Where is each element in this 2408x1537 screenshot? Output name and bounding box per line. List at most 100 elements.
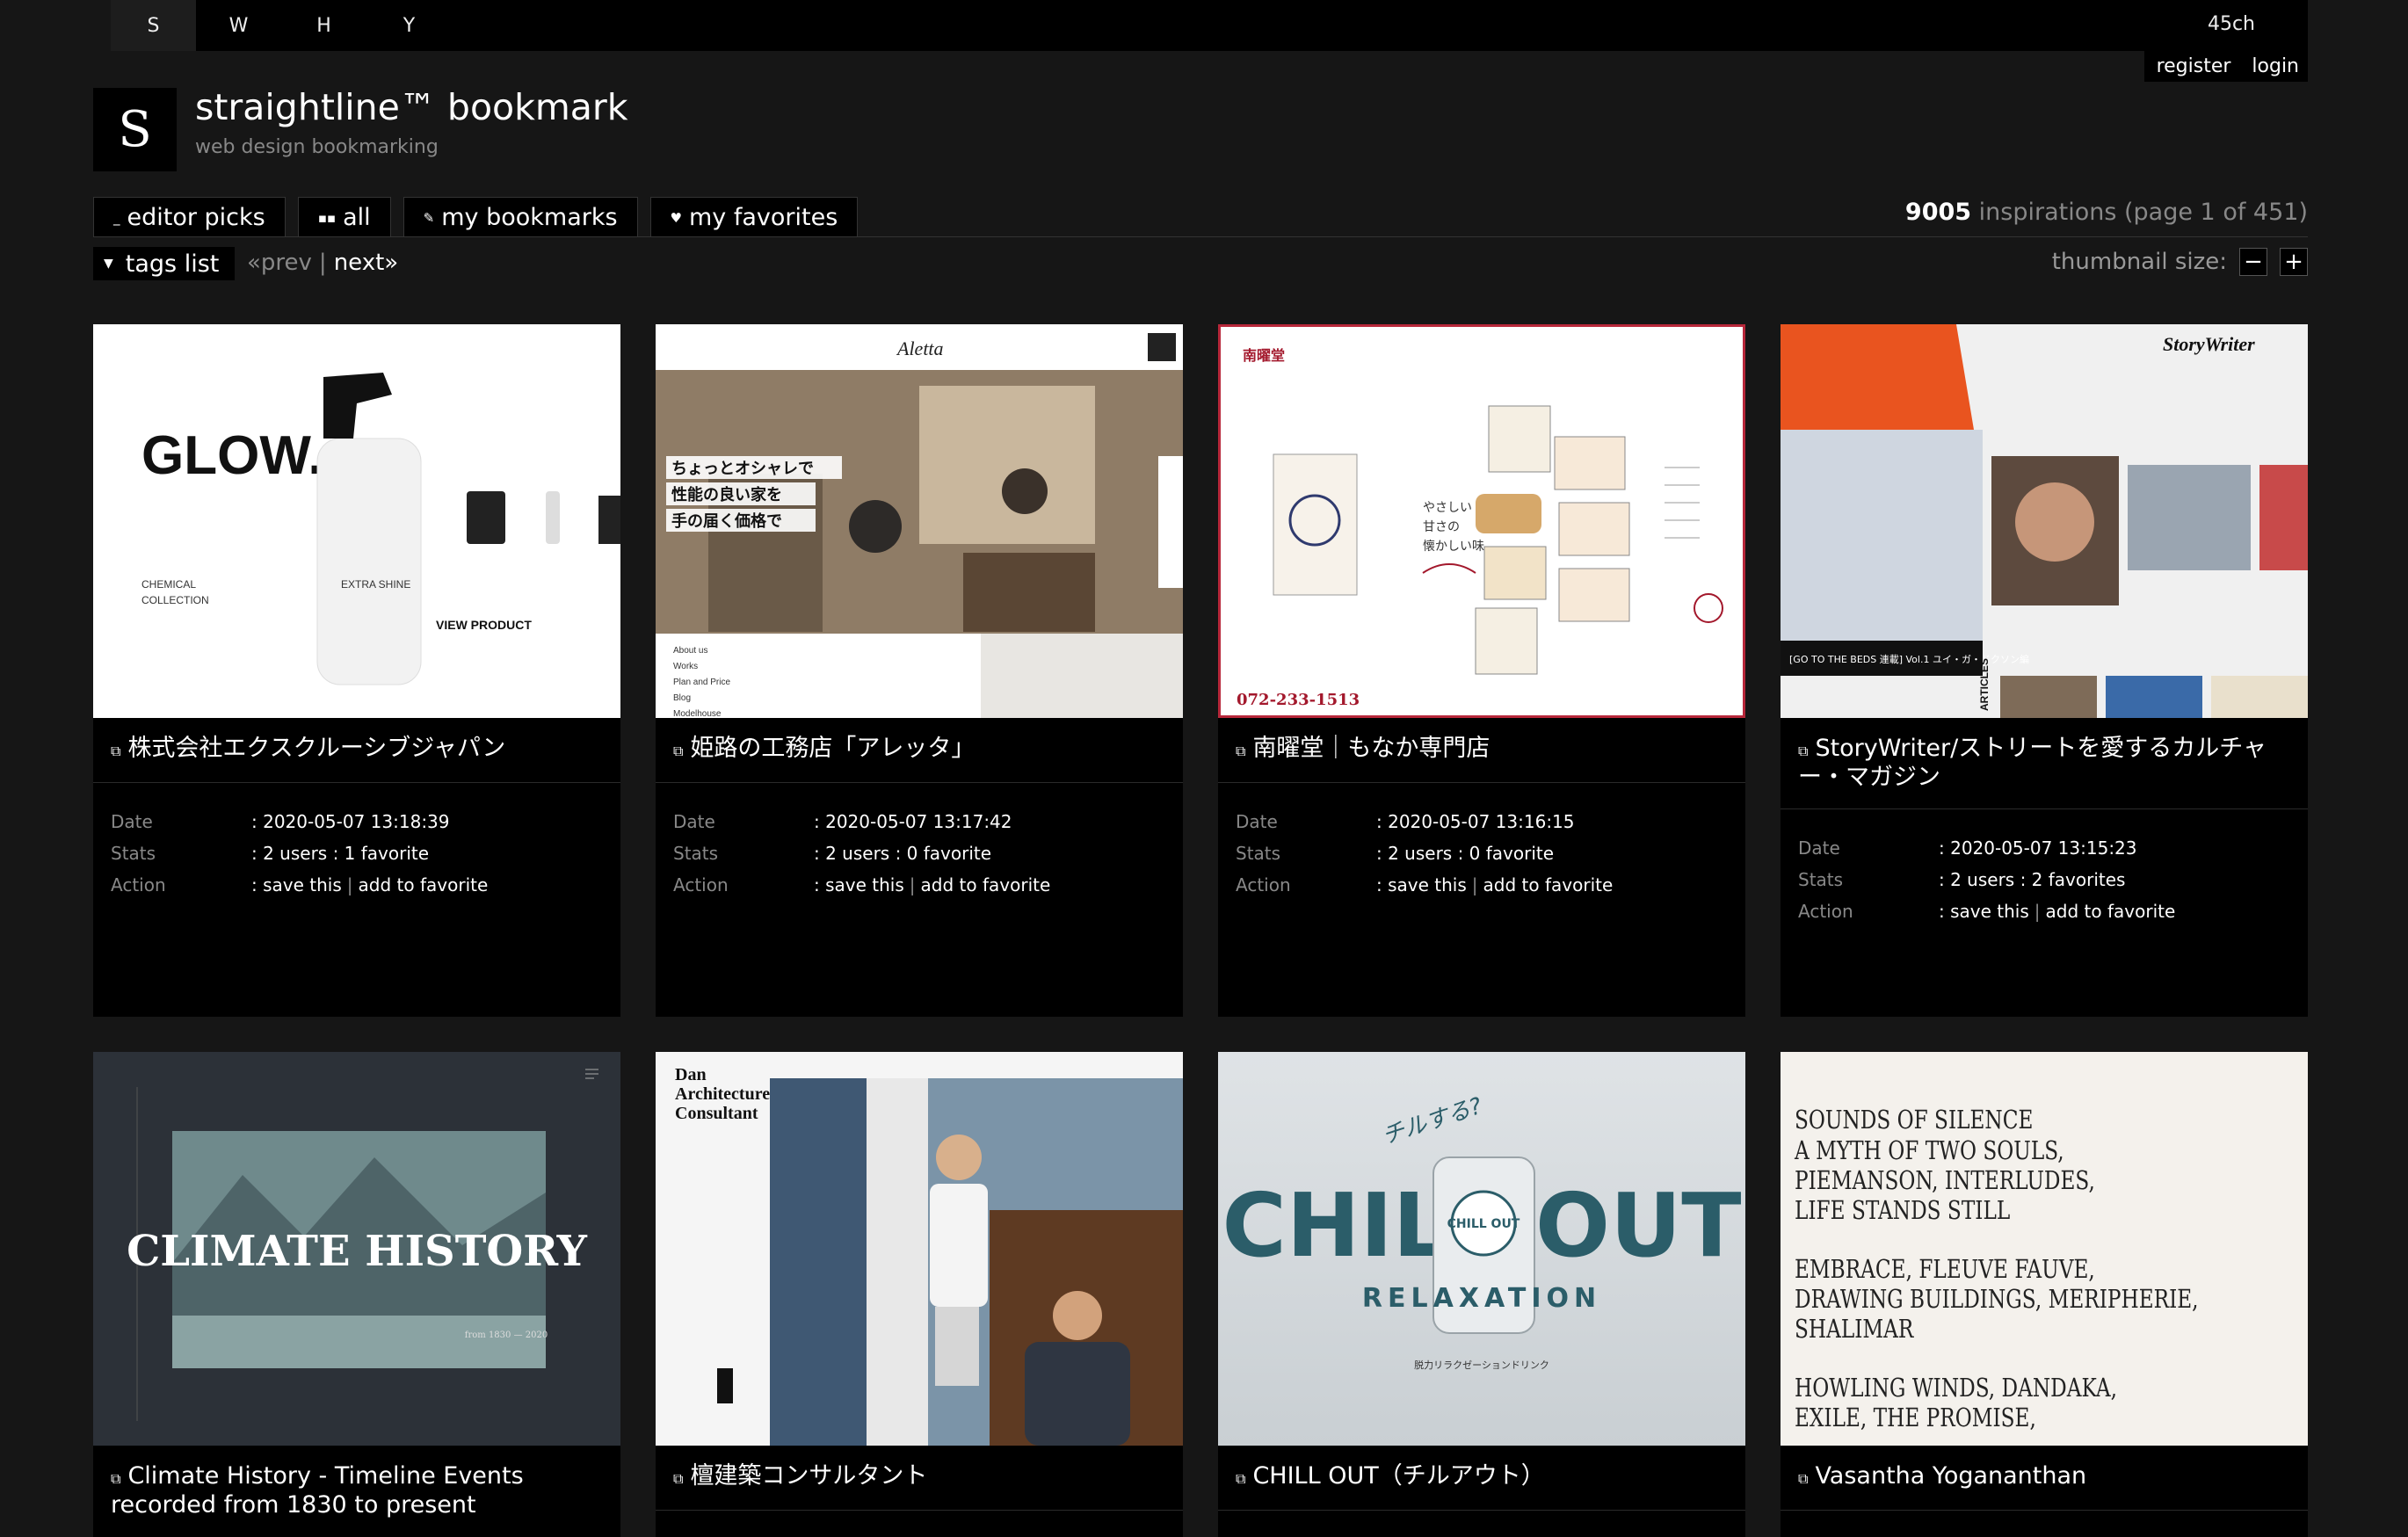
meta-stats: : 2 users : 0 favorite (814, 843, 992, 864)
tab-label: all (343, 204, 371, 231)
thumbnail[interactable]: CLIMATE HISTORY from 1830 — 2020 (93, 1052, 620, 1446)
external-link-icon: ⧉ (1236, 1470, 1246, 1487)
top-bar: S W H Y 45ch (111, 0, 2308, 51)
card-title[interactable]: ⧉ 南曜堂｜もなか専門店 (1218, 718, 1745, 765)
tab-my-bookmarks[interactable]: ✎ my bookmarks (403, 197, 638, 237)
card-title[interactable]: ⧉ StoryWriter/ストリートを愛するカルチャー・マガジン (1781, 718, 2308, 791)
meta-date: : 2020-05-07 13:18:39 (251, 811, 450, 832)
pager: «prev | next» (247, 250, 398, 276)
thumb-sub: RELAXATION (1362, 1283, 1601, 1314)
meta-action-label: Action (1236, 874, 1291, 895)
thumb-cta: VIEW PRODUCT (436, 618, 532, 632)
main-tabs: _ editor picks ▪▪ all ✎ my bookmarks ♥ my fa… (93, 197, 859, 237)
meta-date-label: Date (1236, 811, 1278, 832)
thumb-menu-3: Blog (673, 693, 691, 703)
add-to-favorite-link[interactable]: add to favorite (1483, 874, 1614, 895)
meta-stats: : 2 users : 1 favorite (251, 843, 430, 864)
tab-my-favorites[interactable]: ♥ my favorites (649, 197, 859, 237)
tab-editor-picks[interactable]: _ editor picks (93, 197, 286, 237)
thumb-phone: 072-233-1513 (1237, 691, 1360, 709)
thumb-line-1: A MYTH OF TWO SOULS, (1794, 1137, 2064, 1166)
thumb-line-4: EMBRACE, FLEUVE FAUVE, (1795, 1256, 2095, 1285)
meta-date: : 2020-05-07 13:16:15 (1376, 811, 1575, 832)
thumb-copy3: 手の届く価格で (671, 511, 782, 531)
site-subtitle: web design bookmarking (195, 136, 439, 158)
tab-label: my bookmarks (441, 204, 618, 231)
thumb-line-8: EXILE, THE PROMISE, (1795, 1404, 2036, 1433)
pencil-icon: ✎ (423, 209, 435, 226)
thumbnail-art: Dan Architecture Consultant (675, 1065, 1183, 1446)
card-title[interactable]: ⧉ CHILL OUT（チルアウト） (1218, 1446, 1745, 1492)
meta-action-label: Action (111, 874, 166, 895)
card-meta: Date: 2020-05-07 13:16:15 Stats: 2 users… (1218, 783, 1745, 901)
thumbnail[interactable]: Aletta ちょっとオシャレで 性能の良い家を 手の届く価格で About u… (656, 324, 1183, 718)
card-title[interactable]: ⧉ Climate History - Timeline Events recor… (93, 1446, 620, 1519)
card-meta: Date: 2020-05-07 13:15:23 Stats: 2 users… (1781, 809, 2308, 927)
card-title[interactable]: ⧉ Vasantha Yogananthan (1781, 1446, 2308, 1492)
meta-stats-label: Stats (111, 843, 156, 864)
thumbnail[interactable]: [GO TO THE BEDS 連載] Vol.1 ユイ・ガ・ドクソン編 Sto… (1781, 324, 2308, 718)
meta-date: : 2020-05-07 13:17:42 (814, 811, 1012, 832)
next-link[interactable]: next» (334, 250, 399, 276)
add-to-favorite-link[interactable]: add to favorite (921, 874, 1051, 895)
thumbnail-smaller-button[interactable]: − (2239, 248, 2267, 276)
top-nav-w[interactable]: W (196, 0, 281, 51)
save-this-link[interactable]: save this (263, 874, 342, 895)
save-this-link[interactable]: save this (1388, 874, 1467, 895)
card-title[interactable]: ⧉ 姫路の工務店「アレッタ」 (656, 718, 1183, 765)
thumb-logo: Aletta (896, 337, 944, 359)
card-title[interactable]: ⧉ 檀建築コンサルタント (656, 1446, 1183, 1492)
tags-list-button[interactable]: ▼ tags list (93, 247, 236, 280)
card-meta: Date: 2020-05-07 13:17:42 Stats: 2 users… (656, 783, 1183, 901)
top-nav-y[interactable]: Y (366, 0, 452, 51)
channel-count[interactable]: 45ch (2208, 0, 2255, 51)
top-nav-h[interactable]: H (281, 0, 366, 51)
meta-date-label: Date (673, 811, 715, 832)
top-nav: S W H Y (111, 0, 452, 51)
card-title[interactable]: ⧉ 株式会社エクスクルーシブジャパン (93, 718, 620, 765)
thumb-logo: StoryWriter (2163, 333, 2255, 355)
inspiration-summary: 9005 inspirations (page 1 of 451) (1905, 199, 2308, 226)
register-link[interactable]: register (2157, 55, 2231, 77)
add-to-favorite-link[interactable]: add to favorite (359, 874, 489, 895)
thumb-brand: 南曜堂 (1243, 347, 1285, 364)
thumbnail[interactable]: 南曜堂 やさしい 甘さの 懐かしい味 072-233-1513 (1218, 324, 1745, 718)
thumbnail-larger-button[interactable]: + (2280, 248, 2308, 276)
thumbnail[interactable]: Dan Architecture Consultant (656, 1052, 1183, 1446)
thumbnail[interactable]: GLOW. CHEMICAL COLLECTION EXTRA SHINE VI… (93, 324, 620, 718)
tab-label: editor picks (127, 204, 265, 231)
thumb-side: ARTICLES (1978, 658, 1991, 711)
thumb-brand2: Architecture (675, 1084, 770, 1104)
tags-list-label: tags list (125, 250, 220, 278)
thumb-line-2: PIEMANSON, INTERLUDES, (1795, 1167, 2095, 1196)
prev-link[interactable]: «prev (247, 250, 312, 276)
meta-stats: : 2 users : 2 favorites (1939, 869, 2126, 890)
external-link-icon: ⧉ (673, 743, 684, 759)
site-logo[interactable]: S (93, 88, 177, 171)
thumb-brand3: Consultant (675, 1104, 758, 1123)
thumb-line-6: SHALIMAR (1795, 1316, 1914, 1345)
thumbnail-art: 南曜堂 やさしい 甘さの 懐かしい味 072-233-1513 (1237, 347, 1723, 709)
thumb-line-3: LIFE STANDS STILL (1795, 1197, 2010, 1226)
meta-stats-label: Stats (1798, 869, 1844, 890)
top-nav-s[interactable]: S (111, 0, 196, 51)
tab-all[interactable]: ▪▪ all (297, 197, 391, 237)
site-title[interactable]: straightline™ bookmark (195, 86, 628, 128)
thumb-years: from 1830 — 2020 (465, 1330, 548, 1340)
login-link[interactable]: login (2252, 55, 2299, 77)
bookmark-card: CLIMATE HISTORY from 1830 — 2020 ⧉ Climat… (93, 1052, 620, 1537)
card-divider (656, 1510, 1183, 1511)
thumbnail-art: チルする? CHILL OUT CHILL OUT RELAXATION 脱力リ… (1222, 1093, 1742, 1371)
save-this-link[interactable]: save this (825, 874, 904, 895)
add-to-favorite-link[interactable]: add to favorite (2046, 901, 2176, 922)
thumbnail[interactable]: チルする? CHILL OUT CHILL OUT RELAXATION 脱力リ… (1218, 1052, 1745, 1446)
meta-action-label: Action (673, 874, 729, 895)
bookmark-card: 南曜堂 やさしい 甘さの 懐かしい味 072-233-1513 ⧉ 南曜堂｜もな… (1218, 324, 1745, 1017)
thumbnail-art: SOUNDS OF SILENCE A MYTH OF TWO SOULS, P… (1794, 1106, 2198, 1433)
card-title-text: StoryWriter/ストリートを愛するカルチャー・マガジン (1798, 735, 2267, 791)
thumb-copy3: 懐かしい味 (1423, 539, 1484, 554)
thumb-menu-2: Plan and Price (673, 678, 730, 687)
save-this-link[interactable]: save this (1950, 901, 2029, 922)
thumbnail[interactable]: SOUNDS OF SILENCE A MYTH OF TWO SOULS, P… (1781, 1052, 2308, 1446)
thumb-copy1: ちょっとオシャレで (671, 460, 814, 478)
